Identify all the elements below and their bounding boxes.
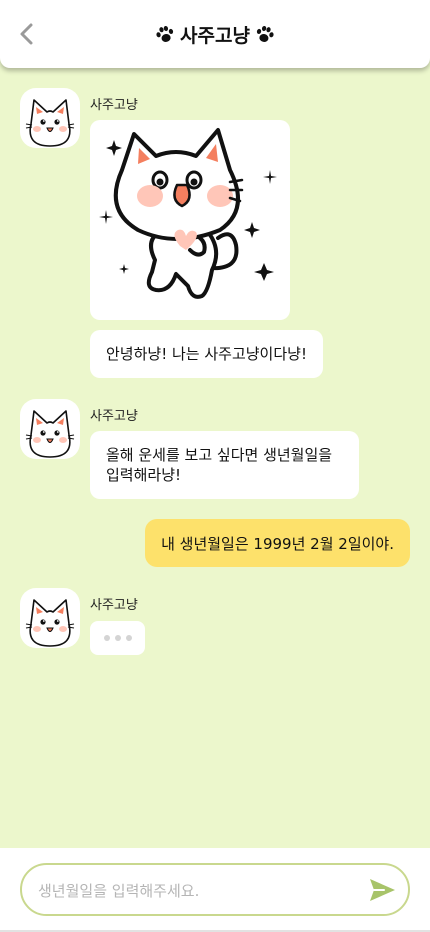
page-title-text: 사주고냥	[180, 24, 250, 47]
sender-name: 사주고냥	[90, 409, 138, 424]
typing-dot	[114, 635, 121, 641]
paw-icon	[154, 24, 176, 44]
input-bar	[0, 848, 430, 932]
sender-name: 사주고냥	[90, 598, 138, 613]
sender-name: 사주고냥	[90, 98, 138, 113]
bot-message-text: 안녕하냥! 나는 사주고냥이다냥!	[106, 345, 307, 363]
app-header: 사주고냥	[0, 0, 430, 68]
cat-avatar	[20, 399, 80, 459]
user-message-text: 내 생년월일은 1999년 2월 2일이야.	[161, 534, 394, 553]
paper-plane-icon[interactable]	[368, 877, 396, 903]
bot-message-line: 입력해라냥!	[106, 466, 182, 484]
bot-message-line: 올해 운세를 보고 싶다면 생년월일을	[106, 446, 333, 464]
typing-dots-icon	[90, 621, 145, 655]
typing-dot	[125, 635, 132, 641]
user-message-bubble: 내 생년월일은 1999년 2월 2일이야.	[145, 519, 410, 567]
typing-dot	[103, 635, 110, 641]
message-input-container	[20, 863, 410, 916]
cat-avatar	[20, 588, 80, 648]
page-title: 사주고냥	[0, 20, 430, 48]
bot-message-bubble: 올해 운세를 보고 싶다면 생년월일을 입력해라냥!	[90, 431, 359, 499]
cat-avatar	[20, 88, 80, 148]
bot-message-bubble: 안녕하냥! 나는 사주고냥이다냥!	[90, 330, 323, 378]
birthdate-input[interactable]	[36, 865, 360, 916]
cat-sticker-image	[90, 120, 290, 320]
paw-icon	[254, 24, 276, 44]
